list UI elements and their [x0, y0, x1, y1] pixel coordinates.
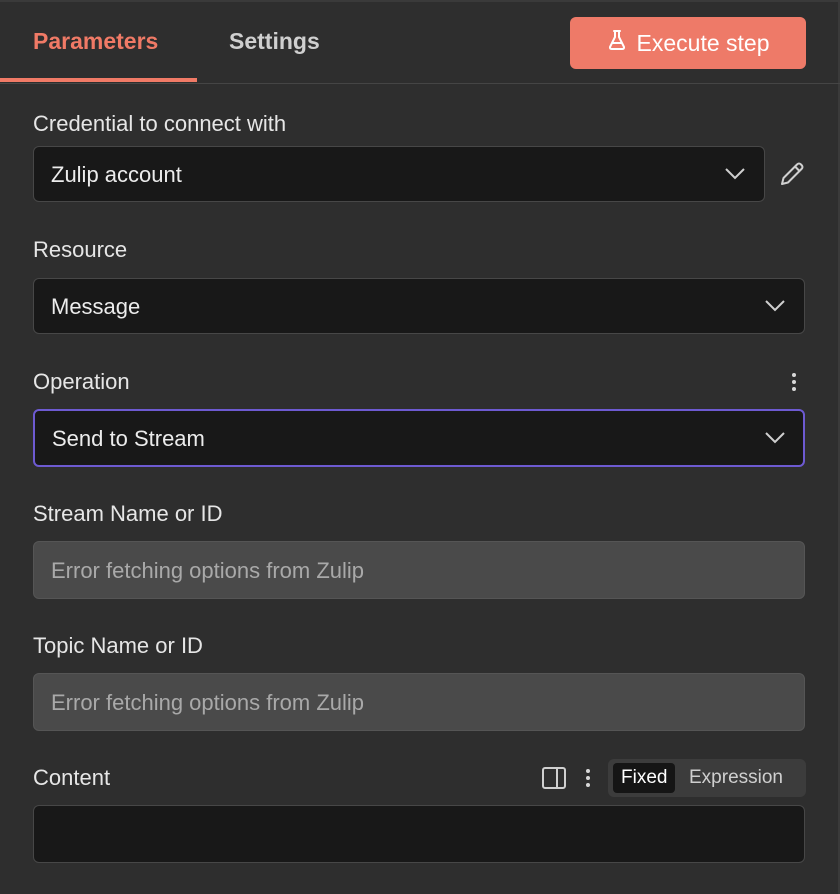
operation-label: Operation — [33, 369, 130, 394]
execute-step-button[interactable]: Execute step — [570, 17, 806, 69]
resource-select[interactable]: Message — [33, 278, 805, 334]
stream-label: Stream Name or ID — [33, 501, 223, 526]
fixed-option[interactable]: Fixed — [613, 763, 676, 793]
stream-select[interactable]: Error fetching options from Zulip — [33, 541, 805, 599]
sidebar-panel-icon[interactable] — [541, 766, 567, 795]
credential-label: Credential to connect with — [33, 111, 287, 136]
content-input[interactable] — [33, 805, 805, 863]
execute-step-label: Execute step — [636, 29, 770, 56]
topic-label: Topic Name or ID — [33, 633, 203, 658]
expression-option[interactable]: Expression — [681, 763, 791, 793]
fixed-expression-toggle: Fixed Expression — [608, 759, 806, 797]
edit-credential-pencil-icon[interactable] — [778, 160, 806, 193]
chevron-down-icon — [764, 299, 786, 318]
topic-error-text: Error fetching options from Zulip — [51, 690, 365, 715]
resource-value: Message — [51, 294, 141, 319]
operation-value: Send to Stream — [52, 426, 205, 451]
operation-select[interactable]: Send to Stream — [33, 409, 805, 467]
content-options-kebab-icon[interactable] — [581, 767, 595, 794]
stream-error-text: Error fetching options from Zulip — [51, 558, 365, 583]
chevron-down-icon — [724, 167, 746, 186]
tab-parameters[interactable]: Parameters — [33, 28, 158, 55]
resource-label: Resource — [33, 237, 128, 262]
credential-select[interactable]: Zulip account — [33, 146, 765, 202]
operation-options-kebab-icon[interactable] — [787, 371, 801, 398]
topic-select[interactable]: Error fetching options from Zulip — [33, 673, 805, 731]
flask-icon — [607, 29, 627, 57]
content-label: Content — [33, 765, 111, 790]
active-tab-indicator — [0, 78, 197, 82]
tab-settings[interactable]: Settings — [229, 28, 320, 55]
chevron-down-icon — [764, 431, 786, 450]
credential-value: Zulip account — [51, 162, 182, 187]
